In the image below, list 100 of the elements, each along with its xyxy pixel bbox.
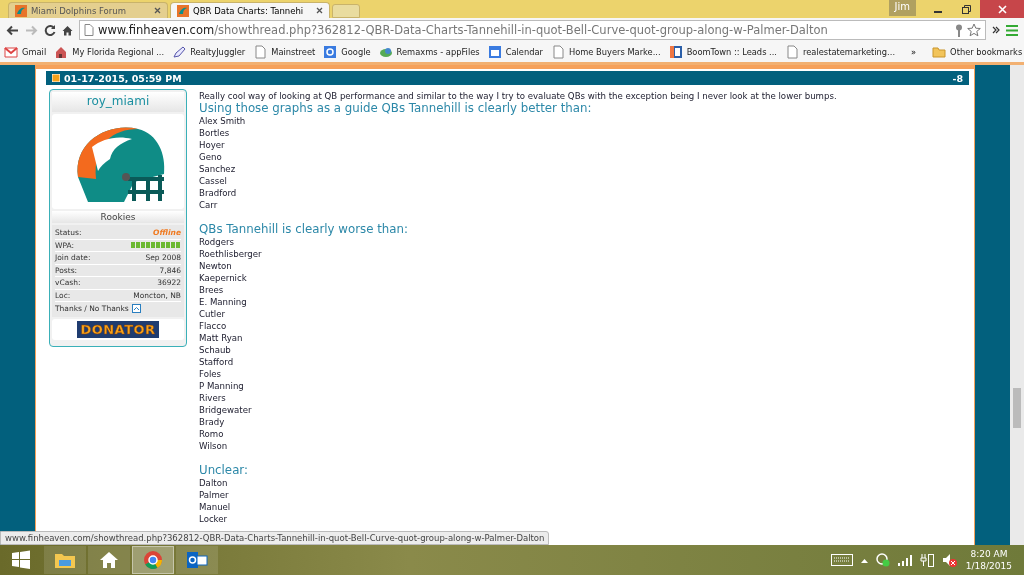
address-bar[interactable]: www.finheaven.com/showthread.php?362812-QBR-Data-Charts-Tannehill-in-quot-Bell-Curve-quot-group-along-w-Palmer-Dalton	[79, 20, 986, 40]
house-icon	[99, 551, 119, 569]
player-name: Dalton	[199, 477, 229, 489]
page-icon	[253, 45, 268, 59]
scrollbar-thumb[interactable]	[1013, 388, 1021, 428]
restore-icon[interactable]	[961, 4, 971, 14]
post-number[interactable]: -8	[952, 72, 963, 84]
taskbar-clock[interactable]: 8:20 AM 1/18/2015	[965, 548, 1012, 572]
page-icon	[550, 45, 565, 59]
player-name: Wilson	[199, 440, 229, 452]
player-name: Carr	[199, 199, 219, 211]
page-icon	[785, 45, 799, 59]
user-rank: Rookies	[52, 211, 184, 223]
close-icon[interactable]	[316, 7, 323, 14]
link-status-bubble: www.finheaven.com/showthread.php?362812-QBR-Data-Charts-Tannehill-in-quot-Bell-Curve-quot-group-along-w-Palmer-Dalton	[0, 531, 550, 545]
player-name: Cassel	[199, 175, 228, 187]
home-icon[interactable]	[62, 24, 73, 36]
battery-plug-icon[interactable]	[919, 553, 934, 567]
close-icon[interactable]	[154, 7, 161, 14]
google-icon	[323, 45, 338, 59]
post-heading: Unclear:	[199, 464, 249, 477]
b-logo-icon	[668, 45, 683, 59]
player-name: Stafford	[199, 356, 235, 368]
bookmark[interactable]: realestatemarketing...	[785, 45, 896, 59]
donator-badge: DONATOR	[77, 321, 159, 338]
signal-bars-icon[interactable]	[897, 554, 912, 566]
clock-date: 1/18/2015	[965, 560, 1012, 572]
scrollbar[interactable]	[1010, 65, 1024, 545]
star-icon[interactable]	[967, 23, 981, 37]
player-name: Roethlisberger	[199, 248, 263, 260]
taskbar-app-button[interactable]	[88, 546, 130, 574]
player-name: Palmer	[199, 489, 230, 501]
player-name: Locker	[199, 513, 229, 525]
player-name: Rodgers	[199, 236, 236, 248]
caret-icon[interactable]	[860, 557, 868, 563]
collapse-arrow-icon[interactable]	[131, 304, 141, 313]
taskbar-app-button[interactable]	[132, 546, 174, 574]
mail-app-icon	[186, 550, 208, 570]
player-name: Brees	[199, 284, 225, 296]
tab-title: Miami Dolphins Forum	[31, 5, 127, 16]
player-name: Cutler	[199, 308, 227, 320]
player-name: Foles	[199, 368, 223, 380]
pen-icon	[172, 45, 187, 59]
reload-icon[interactable]	[44, 24, 56, 36]
dolphin-favicon	[177, 4, 189, 17]
player-name: P Manning	[199, 380, 245, 392]
browser-logo-icon	[143, 550, 163, 570]
speaker-muted-icon[interactable]	[941, 553, 958, 567]
bookmark[interactable]: RealtyJuggler	[172, 45, 246, 59]
player-name: Romo	[199, 428, 225, 440]
player-name: Hoyer	[199, 139, 226, 151]
player-name: Bortles	[199, 127, 231, 139]
player-name: Kaepernick	[199, 272, 248, 284]
dolphin-favicon	[15, 4, 27, 17]
post-heading: Using those graphs as a guide QBs Tannehill is clearly better than:	[199, 102, 593, 115]
bookmark[interactable]: Calendar	[487, 45, 543, 59]
player-name: Manuel	[199, 501, 232, 513]
player-name: Flacco	[199, 320, 228, 332]
bookmark[interactable]: Mainstreet	[253, 45, 316, 59]
back-arrow-icon[interactable]	[6, 24, 19, 36]
player-name: Brady	[199, 416, 226, 428]
post-heading: QBs Tannehill is clearly worse than:	[199, 223, 409, 236]
page-icon	[84, 24, 94, 36]
post-icon	[52, 74, 60, 82]
bookmark[interactable]: Google	[323, 45, 371, 59]
post-text: Really cool way of looking at QB performance and similar to the way I try to evaluate QBs with the exception being I never look at the lower bumps.	[199, 90, 838, 102]
player-name: Matt Ryan	[199, 332, 244, 344]
house-icon	[54, 45, 69, 59]
username[interactable]: roy_miami	[52, 92, 184, 112]
bookmark[interactable]: Home Buyers Marke...	[550, 45, 661, 59]
player-name: Bridgewater	[199, 404, 253, 416]
folder-icon	[54, 551, 76, 569]
bookmarks-overflow[interactable]: »	[911, 47, 917, 57]
keyboard-icon[interactable]	[830, 554, 853, 566]
folder-icon	[932, 46, 947, 58]
player-name: Schaub	[199, 344, 232, 356]
clock-time: 8:20 AM	[969, 548, 1009, 560]
bookmark[interactable]: My Florida Regional ...	[54, 45, 165, 59]
key-icon[interactable]	[955, 23, 963, 37]
player-name: Bradford	[199, 187, 238, 199]
player-name: Sanchez	[199, 163, 237, 175]
menu-icon[interactable]	[1006, 24, 1018, 36]
player-name: Rivers	[199, 392, 227, 404]
browser-tab[interactable]: QBR Data Charts: Tannehi	[170, 2, 330, 18]
bookmark[interactable]: Remaxms - appFiles	[378, 45, 480, 59]
bookmark[interactable]: BoomTown :: Leads ...	[668, 45, 777, 59]
tab-title: QBR Data Charts: Tannehi	[193, 5, 305, 16]
browser-tab[interactable]: Miami Dolphins Forum	[8, 2, 168, 18]
extensions-chevron-icon[interactable]	[992, 26, 1000, 34]
taskbar-app-button[interactable]	[176, 546, 218, 574]
player-name: E. Manning	[199, 296, 248, 308]
taskbar-app-button[interactable]	[44, 546, 86, 574]
cloud-icon	[378, 45, 393, 59]
player-name: Geno	[199, 151, 223, 163]
player-name: Alex Smith	[199, 115, 247, 127]
windows-logo-icon[interactable]	[11, 550, 31, 570]
calendar-icon	[487, 45, 502, 59]
player-name: Newton	[199, 260, 233, 272]
bookmark[interactable]: Gmail	[4, 45, 47, 59]
other-bookmarks-folder[interactable]: Other bookmarks	[932, 46, 1023, 58]
